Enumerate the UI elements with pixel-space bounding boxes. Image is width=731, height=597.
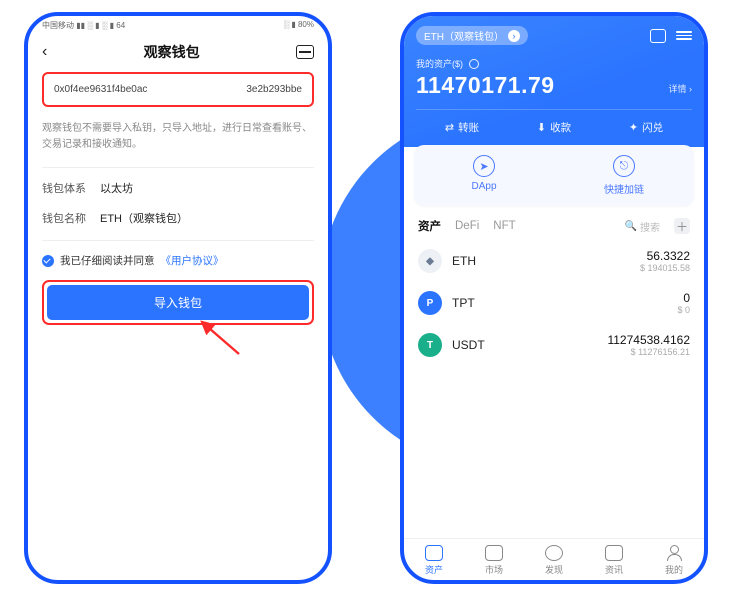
- description-text: 观察钱包不需要导入私钥，只导入地址，进行日常查看账号、交易记录和接收通知。: [42, 121, 314, 153]
- status-right: ░ ▮ 80%: [283, 20, 314, 36]
- chevron-right-icon: ›: [508, 30, 520, 42]
- quick-access-row: ➤ DApp ⎋ 快捷加链: [414, 145, 694, 206]
- tab-assets[interactable]: 资产: [418, 218, 441, 234]
- nav-label: 市场: [485, 565, 503, 575]
- chain-field: 钱包体系 以太坊: [42, 180, 314, 196]
- asset-fiat: $ 194015.58: [640, 263, 690, 273]
- action-row: ⇄ 转账 ⬇ 收款 ✦ 闪兑: [416, 109, 692, 147]
- nav-market[interactable]: 市场: [485, 545, 503, 576]
- asset-amount: 11274538.4162: [607, 333, 690, 347]
- usdt-icon: T: [418, 333, 442, 357]
- back-button[interactable]: ‹: [42, 43, 47, 61]
- nav-label: 资产: [425, 565, 443, 575]
- nav-label: 资讯: [605, 565, 623, 575]
- asset-amount: 0: [677, 291, 690, 305]
- divider: [42, 167, 314, 168]
- annotation-arrow-icon: [194, 316, 244, 356]
- asset-symbol: TPT: [452, 296, 475, 310]
- wallet-icon: [425, 545, 443, 561]
- list-item[interactable]: P TPT 0 $ 0: [418, 282, 690, 324]
- scan-icon[interactable]: [296, 45, 314, 59]
- address-end: 3e2b293bbe: [246, 84, 302, 95]
- import-highlight-frame: 导入钱包: [42, 280, 314, 325]
- news-icon: [605, 545, 623, 561]
- compass-icon: [545, 545, 563, 561]
- link-icon: ⎋: [613, 155, 635, 177]
- transfer-icon: ⇄: [445, 121, 454, 134]
- scan-icon[interactable]: [650, 29, 666, 43]
- dapp-button[interactable]: ➤ DApp: [414, 145, 554, 206]
- person-icon: [665, 545, 683, 561]
- nav-news[interactable]: 资讯: [605, 545, 623, 576]
- asset-amount: 56.3322: [640, 249, 690, 263]
- asset-tabs: 资产 DeFi NFT 🔍 搜索 ＋: [404, 206, 704, 240]
- details-link[interactable]: 详情 ›: [669, 82, 693, 99]
- wallet-selector[interactable]: ETH（观察钱包） ›: [416, 26, 528, 45]
- address-input[interactable]: 0x0f4ee9631f4be0ac 3e2b293bbe: [42, 72, 314, 107]
- list-item[interactable]: T USDT 11274538.4162 $ 11276156.21: [418, 324, 690, 366]
- search-label: 搜索: [640, 219, 660, 234]
- dapp-label: DApp: [471, 181, 496, 192]
- phone-import-wallet: 中国移动 ▮▮ ░ ▮ ░ ▮ 64 ░ ▮ 80% ‹ 观察钱包 0x0f4e…: [24, 12, 332, 584]
- status-bar: 中国移动 ▮▮ ░ ▮ ░ ▮ 64 ░ ▮ 80%: [28, 16, 328, 36]
- tpt-icon: P: [418, 291, 442, 315]
- bottom-nav: 资产 市场 发现 资讯 我的: [404, 538, 704, 580]
- tab-defi[interactable]: DeFi: [455, 220, 479, 232]
- wallet-header-card: ETH（观察钱包） › 我的资产($) 11470171.79 详情 › ⇄ 转…: [404, 16, 704, 147]
- nav-discover[interactable]: 发现: [545, 545, 563, 576]
- asset-fiat: $ 11276156.21: [607, 347, 690, 357]
- name-value: ETH（观察钱包）: [100, 210, 188, 226]
- address-start: 0x0f4ee9631f4be0ac: [54, 84, 147, 95]
- page-title: 观察钱包: [144, 42, 200, 62]
- swap-button[interactable]: ✦ 闪兑: [629, 120, 663, 135]
- asset-symbol: ETH: [452, 254, 476, 268]
- phone-wallet-home: ETH（观察钱包） › 我的资产($) 11470171.79 详情 › ⇄ 转…: [400, 12, 708, 584]
- transfer-label: 转账: [458, 120, 479, 135]
- asset-fiat: $ 0: [677, 305, 690, 315]
- list-item[interactable]: ◆ ETH 56.3322 $ 194015.58: [418, 240, 690, 282]
- asset-symbol: USDT: [452, 338, 485, 352]
- chart-icon: [485, 545, 503, 561]
- agreement-text: 我已仔细阅读并同意: [60, 253, 155, 268]
- asset-list: ◆ ETH 56.3322 $ 194015.58 P TPT 0 $ 0 T …: [404, 240, 704, 538]
- agreement-row[interactable]: 我已仔细阅读并同意 《用户协议》: [42, 253, 314, 268]
- receive-icon: ⬇: [537, 121, 546, 134]
- total-assets-value: 11470171.79: [416, 72, 555, 99]
- receive-button[interactable]: ⬇ 收款: [537, 120, 571, 135]
- quick-add-chain-button[interactable]: ⎋ 快捷加链: [554, 145, 694, 206]
- assets-label: 我的资产($): [416, 57, 463, 70]
- chain-label: 钱包体系: [42, 180, 86, 196]
- nav-label: 发现: [545, 565, 563, 575]
- eye-icon[interactable]: [469, 59, 479, 69]
- search-icon: 🔍: [625, 221, 637, 232]
- checkbox-checked-icon[interactable]: [42, 255, 54, 267]
- transfer-button[interactable]: ⇄ 转账: [445, 120, 479, 135]
- import-wallet-button[interactable]: 导入钱包: [47, 285, 309, 320]
- eth-icon: ◆: [418, 249, 442, 273]
- header: ‹ 观察钱包: [28, 36, 328, 72]
- chain-value: 以太坊: [100, 180, 133, 196]
- tab-nft[interactable]: NFT: [493, 220, 515, 232]
- add-asset-button[interactable]: ＋: [674, 218, 690, 234]
- receive-label: 收款: [550, 120, 571, 135]
- wallet-name-field: 钱包名称 ETH（观察钱包）: [42, 210, 314, 226]
- wallet-selector-label: ETH（观察钱包）: [424, 28, 504, 43]
- swap-label: 闪兑: [642, 120, 663, 135]
- name-label: 钱包名称: [42, 210, 86, 226]
- search-button[interactable]: 🔍 搜索: [625, 219, 660, 234]
- quick-add-chain-label: 快捷加链: [604, 185, 644, 196]
- agreement-link[interactable]: 《用户协议》: [161, 253, 224, 268]
- nav-label: 我的: [665, 565, 683, 575]
- menu-icon[interactable]: [676, 29, 692, 43]
- swap-icon: ✦: [629, 121, 638, 134]
- nav-me[interactable]: 我的: [665, 545, 683, 576]
- status-left: 中国移动 ▮▮ ░ ▮ ░ ▮ 64: [42, 20, 125, 36]
- nav-assets[interactable]: 资产: [425, 545, 443, 576]
- compass-icon: ➤: [473, 155, 495, 177]
- divider: [42, 240, 314, 241]
